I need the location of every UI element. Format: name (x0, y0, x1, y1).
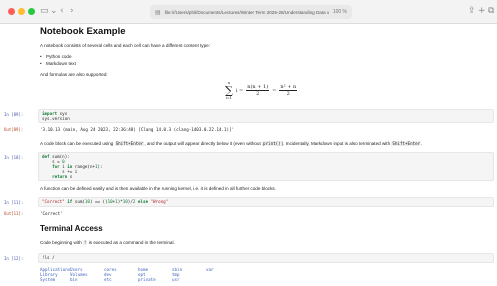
list-item: Markdown text (40, 61, 76, 66)
text-span: , and the output will appear directly be… (144, 141, 261, 146)
inline-code: print() (262, 141, 282, 146)
code-cell[interactable] (38, 253, 494, 263)
address-bar[interactable]: ▤ file:///Users/phil/Documents/Lectures/… (150, 5, 352, 19)
page-icon: ▤ (155, 8, 161, 16)
new-tab-icon[interactable]: + (478, 6, 486, 17)
input-prompt: In [89]: (4, 112, 24, 117)
tab-overview-icon[interactable]: ⧉ (488, 6, 494, 17)
code-line: "Correct" if sum(10) == ((10+1)*10)/2 el… (42, 199, 169, 204)
text-span: ). Incidentally, Markdown input is also … (281, 141, 391, 146)
url-text: file:///Users/phil/Documents/Lectures/Wi… (164, 9, 329, 15)
sidebar-icon[interactable]: ▭ (40, 6, 49, 17)
minimize-window-button[interactable] (18, 8, 25, 15)
zoom-level: 100 % (332, 9, 347, 15)
cell-output: '3.10.13 (main, Aug 24 2023, 22:36:48) [… (40, 127, 235, 132)
ls-entry: System (40, 277, 56, 282)
browser-toolbar: ▭ ⌄ ‹ › ▤ file:///Users/phil/Documents/L… (0, 0, 497, 24)
text-span: . (421, 141, 423, 146)
notebook-title: Notebook Example (40, 26, 126, 37)
text-span: is executed as a command in the terminal… (88, 240, 175, 245)
paragraph: A code block can be executed using Shift… (40, 141, 422, 146)
input-prompt: In [11]: (4, 200, 24, 205)
inline-code: Shift+Enter (391, 141, 422, 146)
notebook: Notebook Example A notebook consists of … (0, 24, 497, 286)
paragraph: Code beginning with ! is executed as a c… (40, 240, 175, 245)
forward-arrow-icon[interactable]: › (70, 6, 74, 17)
input-prompt: In [12]: (4, 256, 24, 261)
ls-entry: var (206, 267, 214, 272)
output-prompt: Out[89]: (4, 127, 24, 132)
share-icon[interactable]: ⇪ (468, 6, 476, 17)
inline-code: ! (82, 240, 88, 245)
inline-code: Shift+Enter (114, 141, 145, 146)
output-prompt: Out[11]: (4, 211, 24, 216)
ls-entry: private (138, 277, 156, 282)
section-title: Terminal Access (40, 224, 103, 233)
list-item: Python code (40, 54, 71, 59)
code-line: sys.version (42, 116, 70, 121)
cell-output: 'Correct' (40, 211, 63, 216)
ls-entry: bin (70, 277, 78, 282)
code-line: return s (52, 174, 73, 179)
math-formula: n ∑ i=1 i = n(n + 1) 2 = n² + n2 (225, 81, 298, 100)
ls-entry: usr (172, 277, 180, 282)
close-window-button[interactable] (8, 8, 15, 15)
chevron-down-icon[interactable]: ⌄ (50, 6, 58, 17)
text-span: Code beginning with (40, 240, 82, 245)
code-cell[interactable] (38, 152, 494, 181)
paragraph: A function can be defined easily and is … (40, 186, 276, 191)
maximize-window-button[interactable] (28, 8, 35, 15)
formula-intro-text: And formulas are also supported: (40, 72, 108, 77)
intro-text: A notebook consists of several cells and… (40, 43, 210, 48)
back-arrow-icon[interactable]: ‹ (60, 6, 64, 17)
text-span: A code block can be executed using (40, 141, 114, 146)
ls-entry: etc (104, 277, 112, 282)
code-cell[interactable] (38, 109, 494, 123)
input-prompt: In [10]: (4, 155, 24, 160)
code-line: !ls / (42, 255, 55, 260)
